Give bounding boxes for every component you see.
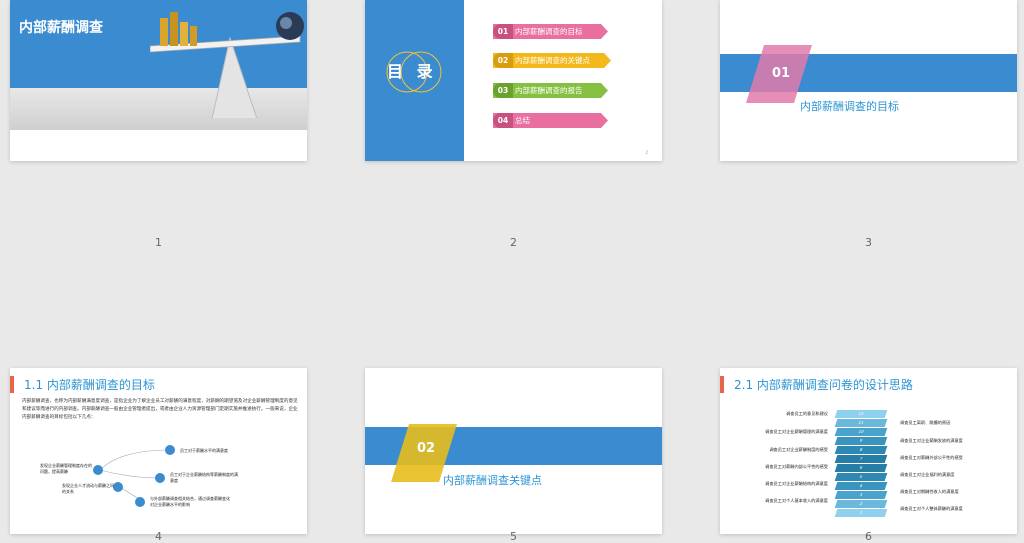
slide-thumbnail-3[interactable]: 01 内部薪酬调查的目标 xyxy=(720,0,1017,161)
section-title: 内部薪酬调查的目标 xyxy=(800,100,899,113)
goal-item-4: 发现企业人才流动与薪酬之间的关系 xyxy=(62,483,114,494)
heading-accent xyxy=(10,376,14,393)
scale-base xyxy=(211,36,258,118)
slide-number: 5 xyxy=(510,530,517,543)
toc-item-2[interactable]: 02 内部薪酬调查的关键点 xyxy=(493,53,611,68)
section-title: 内部薪酬调查关键点 xyxy=(443,474,542,487)
section-number: 01 xyxy=(772,66,791,81)
slide-number: 6 xyxy=(865,530,872,543)
slide-number: 3 xyxy=(865,236,872,249)
toc-item-label: 总结 xyxy=(515,116,530,125)
left-label: 调查员工的意见和建议 xyxy=(786,411,828,416)
goal-item-3: 与外部薪酬调查相关结合，通过调查薪酬变化对企业薪酬水平的影响 xyxy=(150,496,230,507)
step-block: 1 xyxy=(834,509,888,517)
step-block: 7 xyxy=(834,455,888,463)
slide-thumbnail-4[interactable]: 1.1 内部薪酬调查的目标 内部薪酬调查，也称为内部薪酬满意度调查，是指企业为了… xyxy=(10,368,307,534)
left-label: 调查员工对企业薪酬结构的满意度 xyxy=(765,481,828,486)
goal-item-1: 员工对于薪酬水平的满意度 xyxy=(180,448,228,453)
step-block: 2 xyxy=(834,500,888,508)
toc-item-1[interactable]: 01 内部薪酬调查的目标 xyxy=(493,24,608,39)
toc-item-label: 内部薪酬调查的关键点 xyxy=(515,56,590,65)
left-label: 调查员工对薪酬内部公平性的感受 xyxy=(765,464,828,469)
step-block: 3 xyxy=(834,491,888,499)
step-block: 9 xyxy=(834,437,888,445)
right-label: 调查员工对个人整体薪酬的满意度 xyxy=(900,506,963,511)
toc-item-number: 03 xyxy=(493,83,513,98)
right-label: 调查员工对企业福利的满意度 xyxy=(900,472,955,477)
heading-accent xyxy=(720,376,724,393)
slide-thumbnail-6[interactable]: 2.1 内部薪酬调查问卷的设计思路 12 11 10 9 8 7 6 5 4 3… xyxy=(720,368,1017,534)
step-block: 8 xyxy=(834,446,888,454)
step-block: 4 xyxy=(834,482,888,490)
slide-number: 4 xyxy=(155,530,162,543)
coin-stack xyxy=(160,18,168,46)
slide-thumbnail-2[interactable]: 目 录 01 内部薪酬调查的目标 02 内部薪酬调查的关键点 03 内部薪酬调查… xyxy=(365,0,662,161)
toc-item-3[interactable]: 03 内部薪酬调查的报告 xyxy=(493,83,608,98)
slide-thumbnail-5[interactable]: 02 内部薪酬调查关键点 xyxy=(365,368,662,534)
page-indicator: 2 xyxy=(645,150,648,155)
slide-number: 2 xyxy=(510,236,517,249)
toc-item-number: 04 xyxy=(493,113,513,128)
right-label: 调查员工对企业薪酬发放的满意度 xyxy=(900,438,963,443)
step-block: 12 xyxy=(834,410,888,418)
section-number: 02 xyxy=(417,441,436,456)
toc-item-label: 内部薪酬调查的报告 xyxy=(515,86,583,95)
right-label: 调查员工离职、跳槽的原因 xyxy=(900,420,951,425)
coin-stack xyxy=(190,26,197,46)
toc-item-label: 内部薪酬调查的目标 xyxy=(515,27,583,36)
toc-title: 目 录 xyxy=(387,62,437,81)
step-block: 11 xyxy=(834,419,888,427)
left-label: 调查员工对企业薪酬管理的满意度 xyxy=(765,429,828,434)
step-block: 5 xyxy=(834,473,888,481)
balance-illustration xyxy=(150,12,304,118)
step-block: 6 xyxy=(834,464,888,472)
toc-item-4[interactable]: 04 总结 xyxy=(493,113,608,128)
toc-item-number: 02 xyxy=(493,53,513,68)
slide-body-text: 内部薪酬调查，也称为内部薪酬满意度调查，是指企业为了解企业员工对薪酬的满意程度，… xyxy=(22,399,298,420)
left-label: 调查员工对企业薪酬制度的感受 xyxy=(769,447,828,452)
toc-item-number: 01 xyxy=(493,24,513,39)
slide-heading: 1.1 内部薪酬调查的目标 xyxy=(24,378,155,392)
slide-number: 1 xyxy=(155,236,162,249)
goal-item-5: 发现企业薪酬管理制度存在的问题，提高薪酬 xyxy=(40,463,92,474)
coin-stack xyxy=(180,22,188,46)
coin-stack xyxy=(170,12,178,46)
goals-diagram xyxy=(93,445,175,507)
right-label: 调查员工对期酬性收入的满意度 xyxy=(900,489,959,494)
slide-thumbnail-1[interactable]: 内部薪酬调查 xyxy=(10,0,307,161)
goal-item-2: 员工对于企业薪酬结构等薪酬制度的满意度 xyxy=(170,472,238,483)
right-label: 调查员工对薪酬外部公平性的感受 xyxy=(900,455,963,460)
slide-title: 内部薪酬调查 xyxy=(19,20,103,36)
slide-heading: 2.1 内部薪酬调查问卷的设计思路 xyxy=(734,378,913,392)
step-block: 10 xyxy=(834,428,888,436)
left-label: 调查员工对个人基本收入的满意度 xyxy=(765,498,828,503)
